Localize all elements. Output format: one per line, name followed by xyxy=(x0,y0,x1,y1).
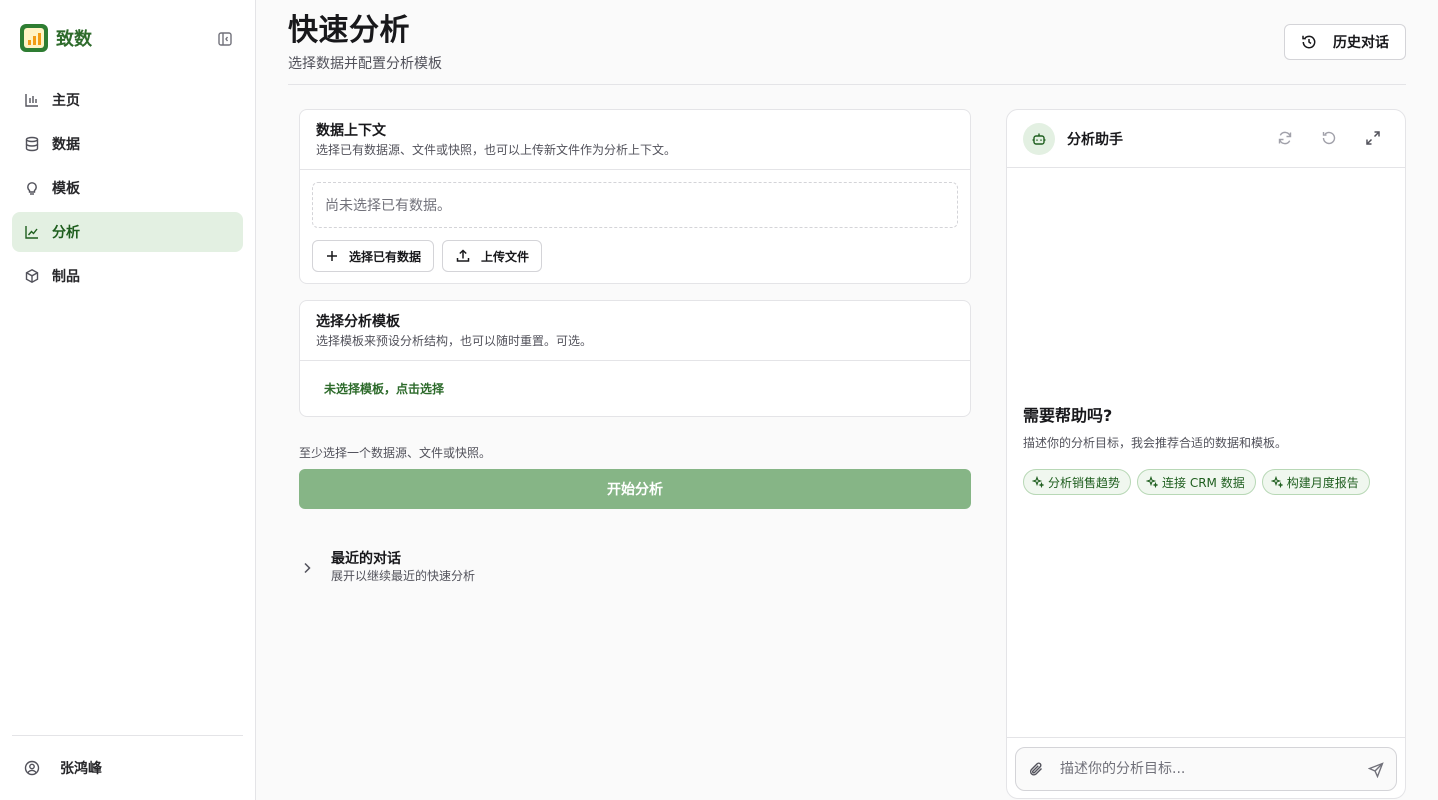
recent-desc: 展开以继续最近的快速分析 xyxy=(331,569,476,583)
sidebar-item-analysis[interactable]: 分析 xyxy=(12,212,243,252)
suggestion-chip[interactable]: 分析销售趋势 xyxy=(1023,469,1132,495)
sidebar-item-label: 数据 xyxy=(52,137,80,153)
data-context-title: 数据上下文 xyxy=(316,123,386,139)
refresh-icon[interactable] xyxy=(1277,130,1293,146)
sidebar: 致数 主页 数据 模板 分析 制品 张鸿峰 xyxy=(0,0,256,800)
assistant-title: 分析助手 xyxy=(1067,131,1123,148)
history-button-label: 历史对话 xyxy=(1333,35,1389,51)
select-data-label: 选择已有数据 xyxy=(349,249,422,264)
database-icon xyxy=(24,136,40,152)
template-desc: 选择模板来预设分析结构，也可以随时重置。可选。 xyxy=(316,334,593,348)
sparkle-icon xyxy=(1032,476,1044,488)
divider xyxy=(12,735,243,736)
page-header: 快速分析 选择数据并配置分析模板 xyxy=(288,10,442,73)
suggestion-chip-label: 分析销售趋势 xyxy=(1048,475,1121,490)
assistant-panel: 分析助手 需要帮助吗? 描述你的分析目标，我会推荐合适的数据和模板。 分析销售趋… xyxy=(1006,109,1406,799)
upload-icon xyxy=(455,248,471,264)
send-icon[interactable] xyxy=(1368,762,1384,778)
undo-icon[interactable] xyxy=(1321,130,1337,146)
assistant-input[interactable] xyxy=(1060,761,1350,777)
sparkle-icon xyxy=(1270,476,1283,488)
suggestion-chip[interactable]: 构建月度报告 xyxy=(1261,469,1370,495)
sparkle-icon xyxy=(1146,476,1159,488)
history-icon xyxy=(1301,34,1317,50)
sidebar-item-label: 分析 xyxy=(52,225,80,241)
sidebar-item-artifacts[interactable]: 制品 xyxy=(12,256,243,296)
sidebar-item-home[interactable]: 主页 xyxy=(12,80,243,120)
page-title: 快速分析 xyxy=(288,13,410,48)
data-empty-state: 尚未选择已有数据。 xyxy=(312,182,958,228)
data-context-card: 数据上下文 选择已有数据源、文件或快照，也可以上传新文件作为分析上下文。 尚未选… xyxy=(299,109,971,284)
upload-file-label: 上传文件 xyxy=(481,249,530,264)
line-chart-icon xyxy=(24,224,40,240)
box-icon xyxy=(24,268,40,284)
help-title: 需要帮助吗? xyxy=(1023,406,1113,425)
select-data-button[interactable]: 选择已有数据 xyxy=(312,240,435,272)
app-name: 致数 xyxy=(56,29,92,50)
chevron-right-icon xyxy=(299,560,315,576)
user-circle-icon xyxy=(24,760,40,776)
suggestion-chip[interactable]: 连接 CRM 数据 xyxy=(1137,469,1256,495)
help-block: 需要帮助吗? 描述你的分析目标，我会推荐合适的数据和模板。 分析销售趋势 连接 … xyxy=(1023,402,1370,495)
upload-file-button[interactable]: 上传文件 xyxy=(442,240,543,272)
sidebar-item-data[interactable]: 数据 xyxy=(12,124,243,164)
divider xyxy=(288,84,1406,85)
plus-icon xyxy=(325,249,339,263)
page-subtitle: 选择数据并配置分析模板 xyxy=(288,56,442,72)
sidebar-item-label: 主页 xyxy=(52,93,80,109)
start-analysis-button[interactable]: 开始分析 xyxy=(299,469,971,509)
recent-conversations-toggle[interactable]: 最近的对话 展开以继续最近的快速分析 xyxy=(299,550,475,585)
user-menu[interactable]: 张鸿峰 xyxy=(24,757,102,779)
recent-title: 最近的对话 xyxy=(331,551,401,567)
expand-icon[interactable] xyxy=(1365,130,1381,146)
bar-chart-icon xyxy=(24,92,40,108)
user-name: 张鸿峰 xyxy=(60,761,102,777)
history-button[interactable]: 历史对话 xyxy=(1284,24,1406,60)
requirement-hint: 至少选择一个数据源、文件或快照。 xyxy=(299,446,492,460)
sidebar-nav: 主页 数据 模板 分析 制品 xyxy=(12,80,243,300)
help-desc: 描述你的分析目标，我会推荐合适的数据和模板。 xyxy=(1023,436,1288,450)
sidebar-item-templates[interactable]: 模板 xyxy=(12,168,243,208)
lightbulb-icon xyxy=(24,180,40,196)
choose-template-link[interactable]: 未选择模板，点击选择 xyxy=(300,361,970,416)
assistant-input-box xyxy=(1015,747,1397,791)
divider xyxy=(1007,737,1405,738)
data-context-desc: 选择已有数据源、文件或快照，也可以上传新文件作为分析上下文。 xyxy=(316,143,677,157)
template-card: 选择分析模板 选择模板来预设分析结构，也可以随时重置。可选。 未选择模板，点击选… xyxy=(299,300,971,417)
suggestion-chip-label: 连接 CRM 数据 xyxy=(1162,475,1245,490)
sidebar-item-label: 制品 xyxy=(52,269,80,285)
suggestion-chips: 分析销售趋势 连接 CRM 数据 构建月度报告 xyxy=(1023,469,1370,495)
bot-icon xyxy=(1023,122,1055,155)
suggestion-chip-label: 构建月度报告 xyxy=(1286,475,1359,490)
paperclip-icon[interactable] xyxy=(1028,761,1044,777)
sidebar-collapse-icon[interactable] xyxy=(214,28,236,50)
brand[interactable]: 致数 xyxy=(20,24,92,52)
template-title: 选择分析模板 xyxy=(316,314,400,330)
sidebar-item-label: 模板 xyxy=(52,181,80,197)
app-logo-icon xyxy=(20,24,48,52)
